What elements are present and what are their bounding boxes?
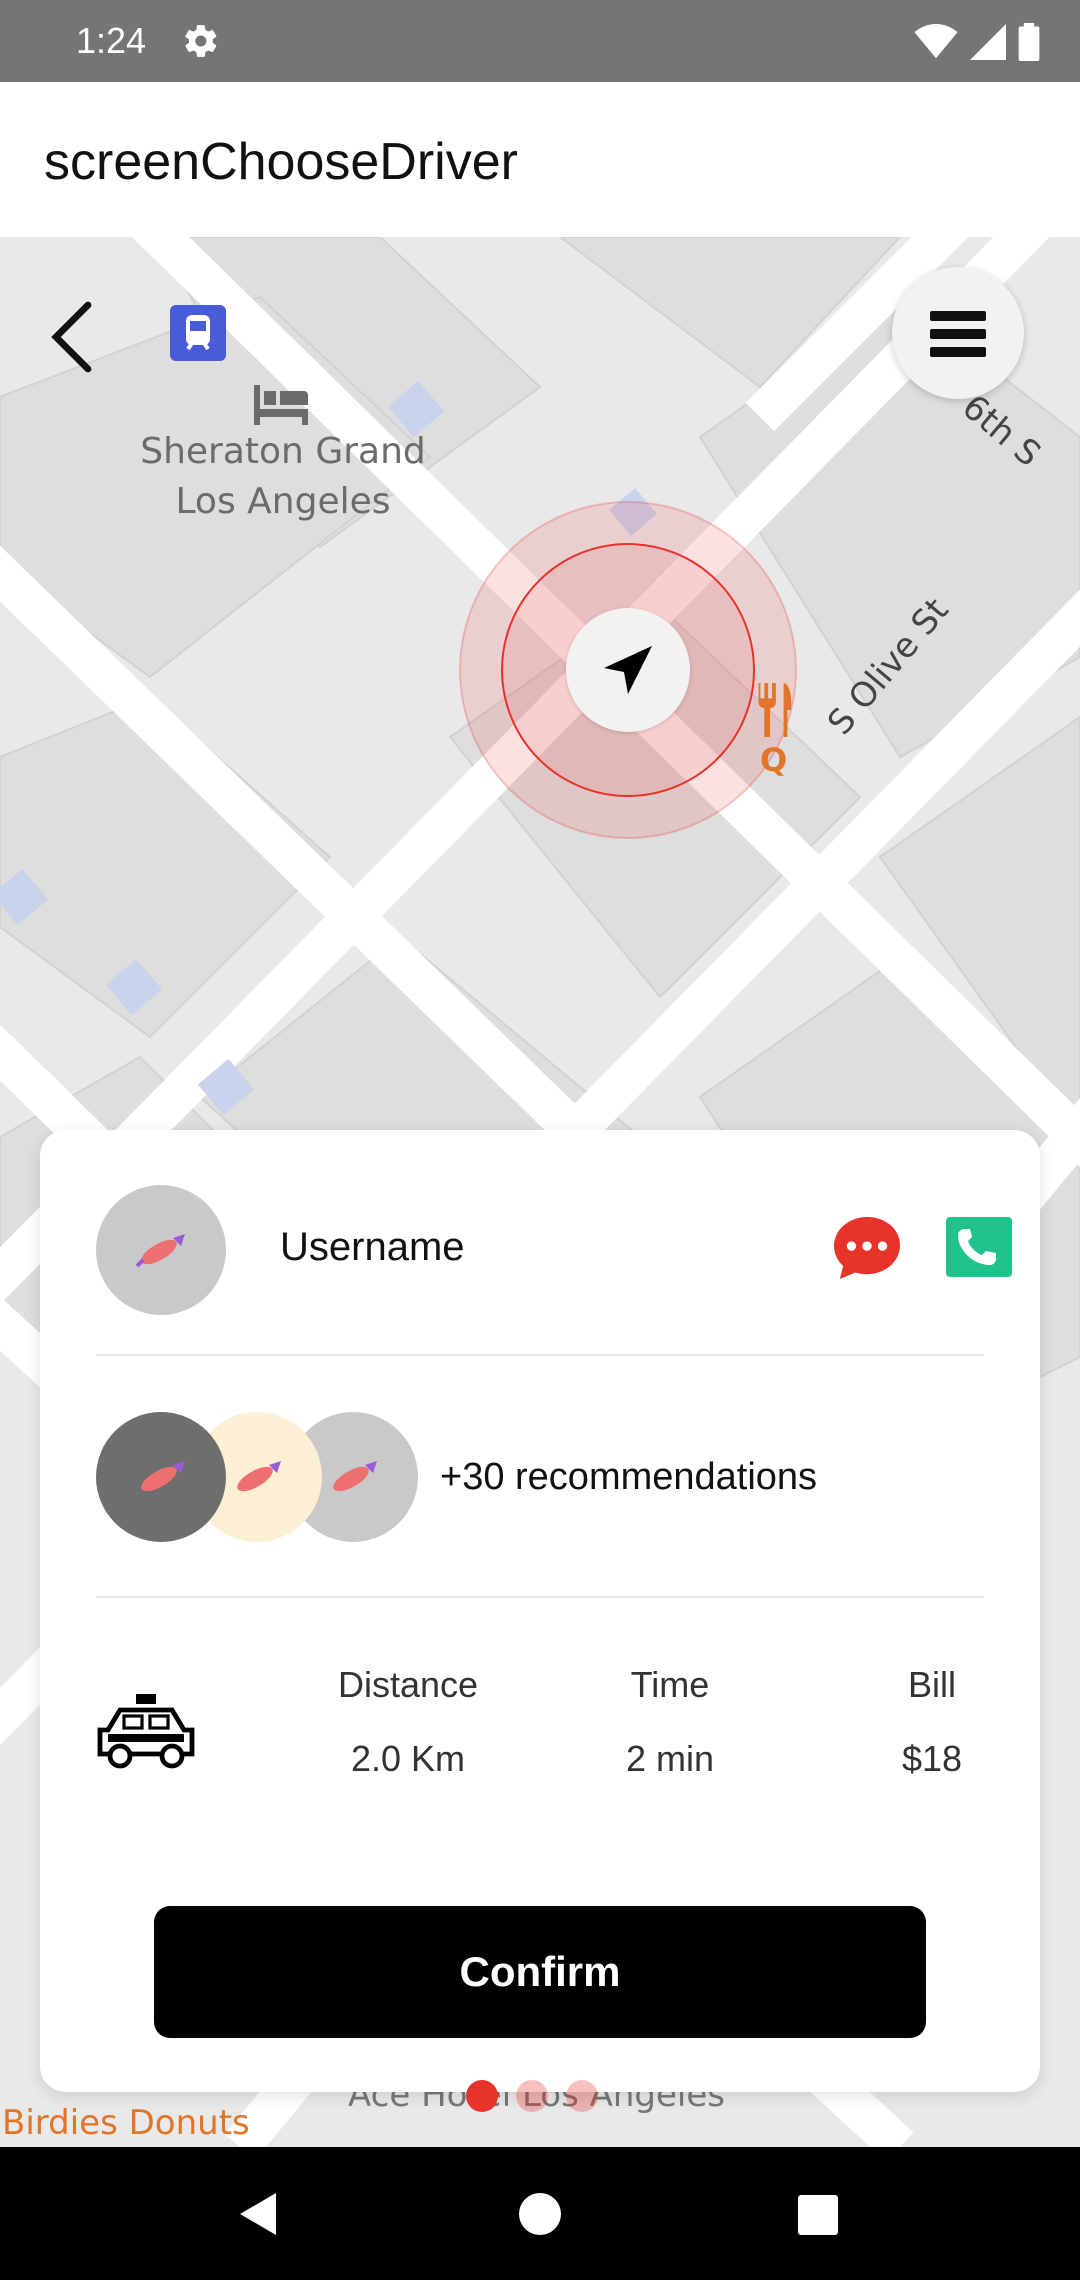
map-label-birdies: Birdies Donuts xyxy=(2,2103,250,2143)
current-location-marker xyxy=(566,608,690,732)
restaurant-icon xyxy=(756,683,792,737)
time-label: Time xyxy=(630,1664,710,1705)
hotel-icon xyxy=(254,385,308,425)
rocket-icon xyxy=(141,1461,185,1492)
time-value: 2 min xyxy=(625,1738,715,1779)
recommendations-row: +30 recommendations xyxy=(96,1412,996,1542)
app-bar: screenChooseDriver xyxy=(0,82,1080,237)
nav-back-icon[interactable] xyxy=(236,2191,280,2237)
pager-dot-active[interactable] xyxy=(466,2080,498,2112)
driver-row: Username xyxy=(96,1185,1012,1315)
bill-value: $18 xyxy=(901,1738,963,1779)
nav-recents-icon[interactable] xyxy=(798,2195,838,2235)
pager-dot[interactable] xyxy=(566,2080,598,2112)
transit-icon xyxy=(170,305,226,361)
rocket-icon xyxy=(333,1461,377,1492)
rocket-icon xyxy=(237,1461,281,1492)
taxi-icon xyxy=(97,1694,195,1769)
rocket-icon xyxy=(135,1234,185,1268)
recommendations-count: +30 recommendations xyxy=(440,1456,818,1498)
confirm-button[interactable]: Confirm xyxy=(154,1906,926,2038)
bill-stat: Bill $18 xyxy=(832,1664,1032,1780)
nav-home-icon[interactable] xyxy=(519,2193,561,2235)
status-bar: 1:24 xyxy=(0,0,1080,82)
avatar xyxy=(96,1412,226,1542)
status-icons xyxy=(914,22,1040,62)
system-nav-bar xyxy=(0,2147,1080,2280)
pager-dots xyxy=(466,2080,598,2112)
map-label-hotel: Sheraton Grand Los Angeles xyxy=(140,431,426,522)
status-time: 1:24 xyxy=(76,20,147,61)
distance-value: 2.0 Km xyxy=(350,1738,466,1779)
chat-icon[interactable] xyxy=(832,1215,902,1281)
divider xyxy=(96,1596,984,1598)
signal-icon xyxy=(970,24,1006,60)
distance-label: Distance xyxy=(337,1664,479,1705)
map-label-restaurant: Q xyxy=(760,741,788,779)
menu-icon xyxy=(930,311,986,321)
menu-button[interactable] xyxy=(892,267,1024,399)
bill-label: Bill xyxy=(907,1664,956,1705)
phone-icon[interactable] xyxy=(946,1217,1012,1277)
gear-icon xyxy=(185,25,217,57)
driver-card: Username +30 recommendations Distance 2.… xyxy=(40,1130,1040,2092)
trip-info-row: Distance 2.0 Km Time 2 min Bill $18 xyxy=(96,1660,996,1800)
battery-icon xyxy=(1018,23,1040,61)
avatar[interactable] xyxy=(96,1185,226,1315)
driver-username: Username xyxy=(280,1225,465,1269)
back-arrow-icon[interactable] xyxy=(44,297,104,377)
wifi-icon xyxy=(914,24,958,59)
time-stat: Time 2 min xyxy=(570,1664,770,1780)
page-title: screenChooseDriver xyxy=(44,133,518,191)
divider xyxy=(96,1354,984,1356)
distance-stat: Distance 2.0 Km xyxy=(308,1664,508,1780)
pager-dot[interactable] xyxy=(516,2080,548,2112)
navigation-arrow-icon xyxy=(604,646,652,694)
